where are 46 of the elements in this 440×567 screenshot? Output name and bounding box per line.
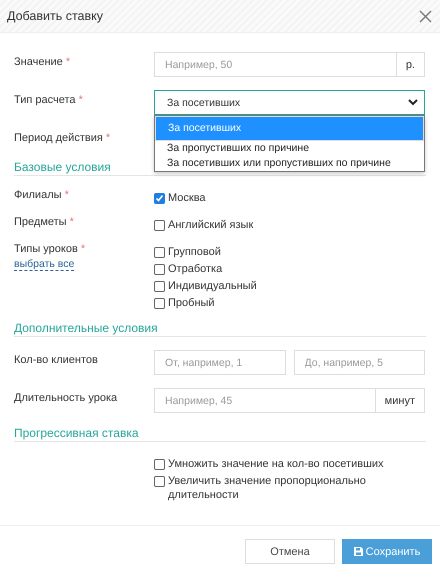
checkbox-label: Групповой	[168, 245, 221, 259]
section-heading: Дополнительные условия	[14, 321, 426, 337]
checkbox-label: Английский язык	[168, 218, 254, 232]
required-mark: *	[78, 94, 83, 106]
checkbox-label: Пробный	[168, 296, 215, 310]
checkbox-label: Москва	[168, 191, 206, 205]
input-field[interactable]: Например, 50	[154, 52, 396, 77]
field-label: Период действия	[14, 132, 103, 144]
input-field[interactable]: Например, 45	[154, 388, 375, 413]
required-mark: *	[70, 216, 74, 228]
field-label: Значение	[14, 56, 63, 68]
checkbox[interactable]	[154, 193, 165, 204]
checkbox[interactable]	[154, 281, 165, 292]
checkbox[interactable]	[154, 264, 165, 275]
checkbox[interactable]	[154, 459, 165, 470]
required-mark: *	[80, 243, 86, 255]
checkbox[interactable]	[154, 220, 165, 231]
checkbox[interactable]	[154, 298, 165, 309]
select-field[interactable]: За посетивших	[154, 90, 425, 115]
checkbox[interactable]	[154, 476, 165, 487]
dropdown-option[interactable]: За посетивших или пропустивших по причине	[155, 156, 424, 171]
required-mark: *	[64, 189, 69, 201]
select-all-link[interactable]: выбрать все	[14, 258, 74, 271]
checkbox[interactable]	[154, 247, 165, 258]
dialog-title: Добавить ставку	[7, 9, 104, 23]
dropdown-option[interactable]: За пропустивших по причине	[155, 141, 424, 156]
close-button[interactable]	[419, 10, 432, 22]
required-mark: *	[66, 56, 70, 68]
chevron-down-icon	[408, 99, 418, 106]
field-label: Предметы	[14, 216, 67, 228]
checkbox-label: Отработка	[168, 262, 222, 276]
field-label: Кол-во клиентов	[14, 354, 98, 366]
unit-addon: минут	[374, 388, 425, 413]
from-input-field[interactable]: От, например, 1	[154, 350, 286, 375]
checkbox-label: Увеличить значение пропорционально длительности	[168, 474, 367, 502]
cancel-button[interactable]: Отмена	[245, 539, 335, 564]
field-label: Длительность урока	[14, 392, 118, 404]
checkbox-label: Индивидуальный	[168, 279, 257, 293]
field-label: Тип расчета	[14, 94, 76, 106]
section-heading: Прогрессивная ставка	[14, 426, 426, 442]
required-mark: *	[106, 132, 110, 144]
unit-addon: р.	[396, 52, 425, 77]
field-label: Филиалы	[14, 189, 62, 201]
field-label: Типы уроков	[14, 243, 78, 255]
checkbox-label: Умножить значение на кол-во посетивших	[168, 457, 384, 471]
to-input-field[interactable]: До, например, 5	[294, 350, 425, 375]
